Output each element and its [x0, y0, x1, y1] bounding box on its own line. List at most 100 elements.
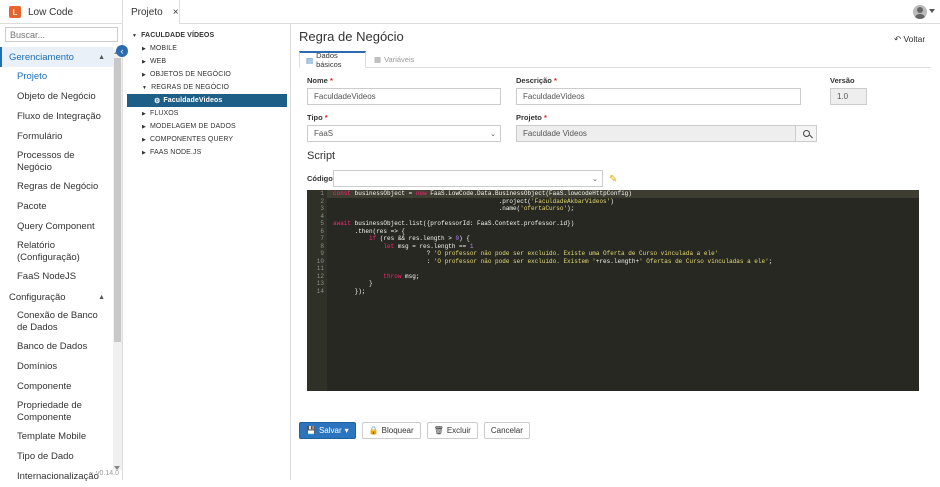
search-input[interactable] [5, 27, 118, 42]
format-wand-icon[interactable]: ✎ [609, 174, 617, 185]
sidebar-scrollbar[interactable] [113, 50, 122, 470]
back-button[interactable]: ↶ Voltar [894, 34, 925, 45]
save-button[interactable]: 💾 Salvar ▾ [299, 422, 356, 439]
chevron-down-icon[interactable] [929, 9, 935, 13]
versao-label: Versão [830, 76, 855, 85]
sidebar-item-tipo-dado[interactable]: Tipo de Dado [0, 447, 113, 467]
sidebar-group-configuracao[interactable]: Configuração ▲ [0, 287, 113, 307]
trash-icon: 🗑 [433, 426, 444, 435]
sidebar-item-processos[interactable]: Processos de Negócio [0, 147, 113, 177]
tab-variaveis[interactable]: ▦ Variáveis [368, 51, 428, 68]
caret-right-icon: ▶ [142, 58, 146, 65]
form-actions: 💾 Salvar ▾ 🔒 Bloquear 🗑 Excluir Cancelar [299, 422, 530, 439]
tree-item-regras[interactable]: ▼ REGRAS DE NEGÓCIO [123, 81, 290, 94]
document-icon: ▤ [306, 55, 314, 65]
sidebar-group-gerenciamento[interactable]: Gerenciamento ▲ [0, 47, 113, 67]
nome-field[interactable] [307, 88, 501, 105]
cancel-button[interactable]: Cancelar [483, 422, 530, 439]
sidebar: Gerenciamento ▲ Projeto Objeto de Negóci… [0, 24, 123, 482]
tab-projeto[interactable]: Projeto × [122, 0, 180, 24]
delete-button[interactable]: 🗑 Excluir [426, 422, 478, 439]
tree-item-web[interactable]: ▶ WEB [123, 55, 290, 68]
form-tabs: ▤ Dados básicos ▦ Variáveis [299, 51, 931, 69]
sidebar-item-relatorio[interactable]: Relatório (Configuração) [0, 237, 113, 267]
page-title: Regra de Negócio [299, 29, 404, 44]
scrollbar-thumb[interactable] [114, 58, 121, 342]
tree-item-objetos[interactable]: ▶ OBJETOS DE NEGÓCIO [123, 68, 290, 81]
sidebar-item-dominios[interactable]: Domínios [0, 357, 113, 377]
tree-item-modelagem[interactable]: ▶ MODELAGEM DE DADOS [123, 120, 290, 133]
project-tree: ▼ FACULDADE VÍDEOS ▶ MOBILE ▶ WEB ▶ OBJETOS… [123, 24, 291, 480]
tree-item-selected[interactable]: ⚙ FaculdadeVideos [127, 94, 287, 107]
version-label: v0.14.0 [96, 470, 119, 477]
sidebar-item-pacote[interactable]: Pacote [0, 197, 113, 217]
caret-right-icon: ▶ [142, 71, 146, 78]
sidebar-group-label: Configuração [9, 291, 66, 303]
tab-label: Variáveis [384, 55, 415, 64]
tab-label: Projeto [131, 6, 163, 18]
codigo-label: Código [307, 174, 333, 183]
sidebar-item-objeto-negocio[interactable]: Objeto de Negócio [0, 87, 113, 107]
code-editor[interactable]: 1 const businessObject = new FaaS.LowCode… [307, 190, 919, 391]
code-line: 14 }); [316, 287, 366, 295]
code-line: 11 [316, 265, 324, 272]
lock-label: Bloquear [381, 426, 414, 435]
tree-root[interactable]: ▼ FACULDADE VÍDEOS [123, 29, 290, 42]
tree-item-fluxos[interactable]: ▶ FLUXOS [123, 107, 290, 120]
caret-down-icon: ▼ [132, 32, 138, 39]
sidebar-item-regras[interactable]: Regras de Negócio [0, 177, 113, 197]
projeto-field [516, 125, 796, 142]
lock-button[interactable]: 🔒 Bloquear [361, 422, 421, 439]
sidebar-item-fluxo-integracao[interactable]: Fluxo de Integração [0, 107, 113, 127]
caret-right-icon: ▶ [142, 110, 146, 117]
save-label: Salvar [318, 426, 342, 435]
chevron-up-icon: ▲ [98, 293, 105, 301]
close-icon[interactable]: × [173, 7, 179, 18]
chevron-down-icon: ▾ [344, 426, 349, 435]
tree-item-label: FAAS NODE.JS [149, 149, 202, 156]
sidebar-item-formulario[interactable]: Formulário [0, 127, 113, 147]
back-label: Voltar [903, 34, 926, 44]
main-panel: Regra de Negócio ↶ Voltar ▤ Dados básicos… [291, 24, 940, 480]
tree-item-mobile[interactable]: ▶ MOBILE [123, 42, 290, 55]
tree-item-faas[interactable]: ▶ FAAS NODE.JS [123, 146, 290, 159]
sidebar-item-faas-nodejs[interactable]: FaaS NodeJS [0, 267, 113, 287]
code-line: 10 : 'O professor não pode ser excluído.… [316, 257, 773, 265]
tab-dados-basicos[interactable]: ▤ Dados básicos [299, 51, 366, 69]
avatar[interactable] [913, 5, 927, 19]
projeto-label: Projeto * [516, 113, 547, 122]
tree-item-label: COMPONENTES QUERY [149, 136, 234, 143]
tree-item-componentes[interactable]: ▶ COMPONENTES QUERY [123, 133, 290, 146]
chevron-down-icon: ⌄ [592, 176, 598, 183]
projeto-search-button[interactable] [795, 125, 817, 142]
caret-right-icon: ▶ [142, 45, 146, 52]
save-icon: 💾 [306, 426, 316, 435]
sidebar-item-conexao-bd[interactable]: Conexão de Banco de Dados [0, 307, 113, 337]
tree-root-label: FACULDADE VÍDEOS [141, 32, 215, 39]
tipo-select[interactable]: FaaS ⌄ [307, 125, 501, 142]
sidebar-menu: Gerenciamento ▲ Projeto Objeto de Negóci… [0, 47, 113, 487]
sidebar-item-template-mobile[interactable]: Template Mobile [0, 427, 113, 447]
chevron-down-icon: ⌄ [490, 131, 496, 138]
brand[interactable]: L Low Code [0, 0, 122, 24]
descricao-field[interactable] [516, 88, 801, 105]
sidebar-item-componente[interactable]: Componente [0, 377, 113, 397]
code-line: 8 let msg = res.length == 1 [320, 242, 474, 250]
codigo-select[interactable]: ⌄ [333, 170, 603, 187]
tree-item-label: MOBILE [149, 45, 178, 52]
sidebar-item-propriedade-componente[interactable]: Propriedade de Componente [0, 397, 113, 427]
code-line: 7 if (res && res.length > 0) { [320, 235, 470, 242]
code-line: 2 .project('FaculdadeAkbarVideos') [320, 197, 614, 205]
code-line: 12 throw msg; [316, 272, 420, 280]
sidebar-item-banco-dados[interactable]: Banco de Dados [0, 337, 113, 357]
tree-item-label: FLUXOS [149, 110, 179, 117]
logo-icon: L [9, 6, 21, 18]
tipo-value: FaaS [314, 129, 334, 138]
caret-right-icon: ▶ [142, 149, 146, 156]
code-line: 6 .then(res => { [320, 227, 406, 235]
top-bar: L Low Code Projeto × [0, 0, 940, 24]
collapse-sidebar-icon[interactable]: ‹ [116, 45, 128, 57]
sidebar-item-projeto[interactable]: Projeto [0, 67, 113, 87]
sidebar-item-query-component[interactable]: Query Component [0, 217, 113, 237]
code-line: 4 [320, 212, 324, 220]
